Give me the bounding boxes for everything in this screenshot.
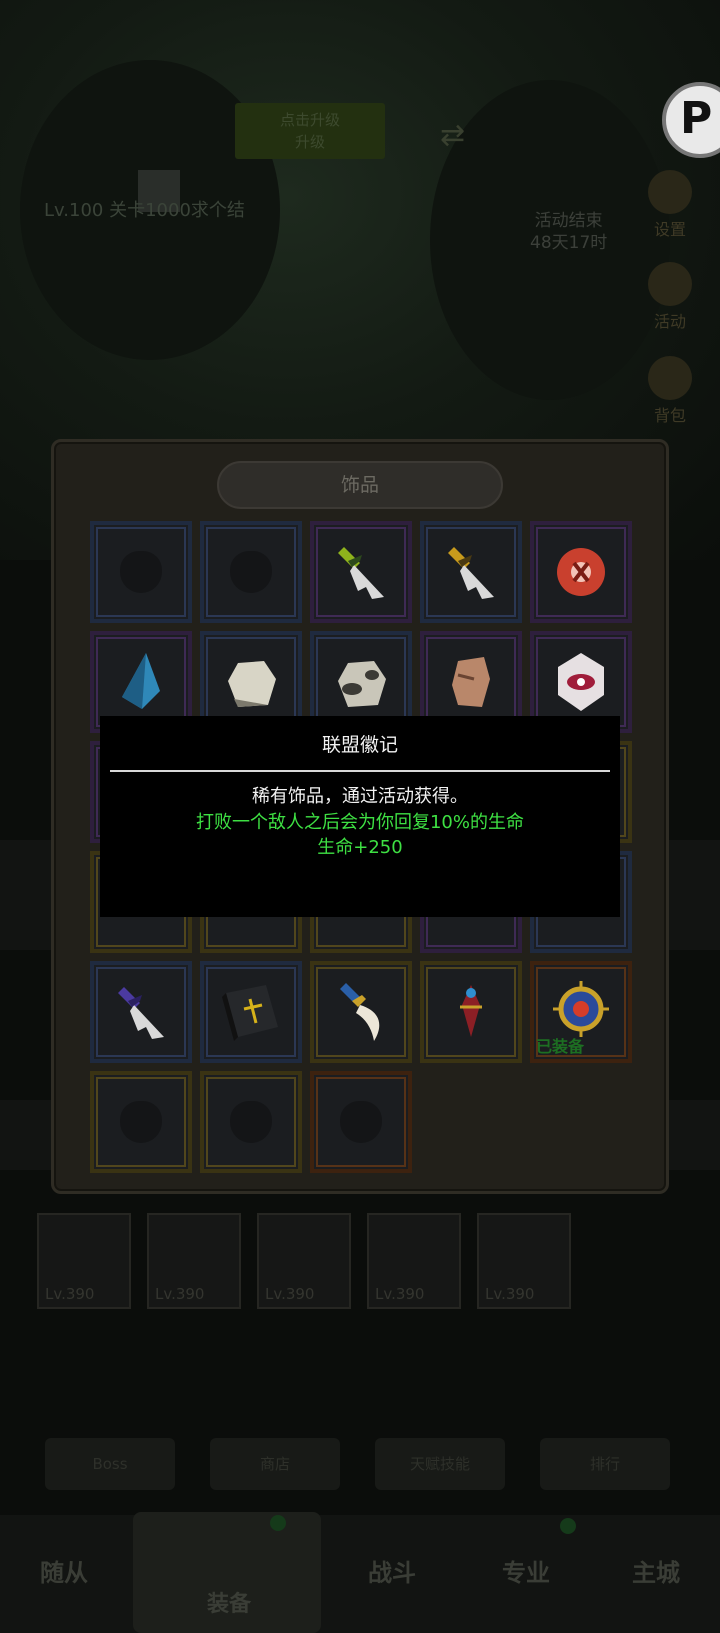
tooltip-divider: [110, 770, 610, 772]
upgrade-banner-line1: 点击升级: [279, 111, 340, 129]
notification-dot: [270, 1515, 286, 1531]
item-effect: 打败一个敌人之后会为你回复10%的生命: [195, 812, 524, 833]
item-name: 联盟徽记: [321, 734, 398, 756]
accessory-slot-gem-amulet[interactable]: [420, 961, 522, 1063]
empty-slot-icon: [120, 551, 162, 593]
minion-level: Lv.390: [265, 1285, 315, 1303]
events-button[interactable]: 活动: [638, 262, 702, 332]
accessory-slot-red-orb[interactable]: [530, 521, 632, 623]
panel-title: 饰品: [217, 461, 503, 509]
clay-idol-icon: [452, 657, 490, 707]
ranking-button[interactable]: 排行: [540, 1438, 670, 1490]
bag-button[interactable]: 背包: [638, 356, 702, 426]
talent-button[interactable]: 天赋技能: [375, 1438, 505, 1490]
gold-dagger-icon: [448, 547, 494, 599]
purple-dagger-icon: [118, 987, 164, 1039]
minion-level: Lv.390: [155, 1285, 205, 1303]
event-timer-value: 48天17时: [530, 233, 608, 253]
shop-button[interactable]: 商店: [210, 1438, 340, 1490]
upgrade-banner-line2: 升级: [294, 133, 325, 151]
accessory-slot-empty[interactable]: [200, 521, 302, 623]
accessory-slot-purple-dagger[interactable]: [90, 961, 192, 1063]
equipped-label: 已装备: [536, 1037, 585, 1056]
empty-slot-icon: [340, 1101, 382, 1143]
blue-crystal-icon: [122, 653, 160, 709]
minion-card[interactable]: Lv.390: [367, 1213, 461, 1309]
accessory-slot-alliance-badge[interactable]: 已装备: [530, 961, 632, 1063]
swap-arrows-icon[interactable]: ⇄: [440, 118, 465, 153]
nav-followers[interactable]: 随从: [40, 1553, 88, 1588]
boss-button[interactable]: Boss: [45, 1438, 175, 1490]
minion-level: Lv.390: [375, 1285, 425, 1303]
accessory-slot-green-dagger[interactable]: [310, 521, 412, 623]
fang-dagger-icon: [340, 983, 380, 1041]
minion-card[interactable]: Lv.390: [147, 1213, 241, 1309]
white-stone-icon: [228, 661, 276, 707]
notification-dot: [560, 1518, 576, 1534]
minion-card[interactable]: Lv.390: [257, 1213, 351, 1309]
nav-battle[interactable]: 战斗: [368, 1553, 416, 1588]
gear-icon: [648, 170, 692, 214]
accessory-slot-rune-book[interactable]: [200, 961, 302, 1063]
accessory-slot-empty[interactable]: [90, 1071, 192, 1173]
settings-button[interactable]: 设置: [638, 170, 702, 240]
bag-label: 背包: [653, 406, 686, 425]
bottom-nav: [0, 1515, 720, 1633]
bag-icon: [648, 356, 692, 400]
gem-amulet-icon: [460, 985, 482, 1037]
item-description: 稀有饰品，通过活动获得。: [252, 786, 468, 807]
nav-main-city[interactable]: 主城: [632, 1553, 680, 1588]
upgrade-banner[interactable]: 点击升级 升级: [235, 103, 385, 159]
accessory-slot-empty[interactable]: [90, 521, 192, 623]
spotted-stone-icon: [338, 661, 386, 707]
accessory-slot-gold-dagger[interactable]: [420, 521, 522, 623]
minion-level: Lv.390: [485, 1285, 535, 1303]
event-timer: 活动结束 48天17时: [530, 210, 607, 254]
empty-slot-icon: [120, 1101, 162, 1143]
item-tooltip: 联盟徽记 稀有饰品，通过活动获得。 打败一个敌人之后会为你回复10%的生命 生命…: [100, 716, 620, 917]
events-label: 活动: [653, 312, 686, 331]
item-stat: 生命+250: [317, 837, 403, 858]
settings-label: 设置: [653, 220, 686, 239]
minion-level: Lv.390: [45, 1285, 95, 1303]
nav-profession[interactable]: 专业: [502, 1553, 550, 1588]
nav-equipment[interactable]: 装备: [133, 1512, 321, 1633]
minion-card[interactable]: Lv.390: [37, 1213, 131, 1309]
empty-slot-icon: [230, 1101, 272, 1143]
accessory-slot-empty[interactable]: [310, 1071, 412, 1173]
green-dagger-icon: [338, 547, 384, 599]
player-level: Lv.100 关卡1000求个结: [44, 200, 245, 221]
empty-slot-icon: [230, 551, 272, 593]
accessory-slot-empty[interactable]: [200, 1071, 302, 1173]
nav-equipment-label: 装备: [207, 1592, 252, 1617]
event-timer-title: 活动结束: [534, 211, 603, 231]
minion-card[interactable]: Lv.390: [477, 1213, 571, 1309]
gift-icon: [648, 262, 692, 306]
accessory-slot-fang-dagger[interactable]: [310, 961, 412, 1063]
rune-book-icon: [222, 985, 278, 1041]
eye-emblem-icon: [558, 653, 604, 711]
red-orb-icon: [557, 548, 605, 596]
